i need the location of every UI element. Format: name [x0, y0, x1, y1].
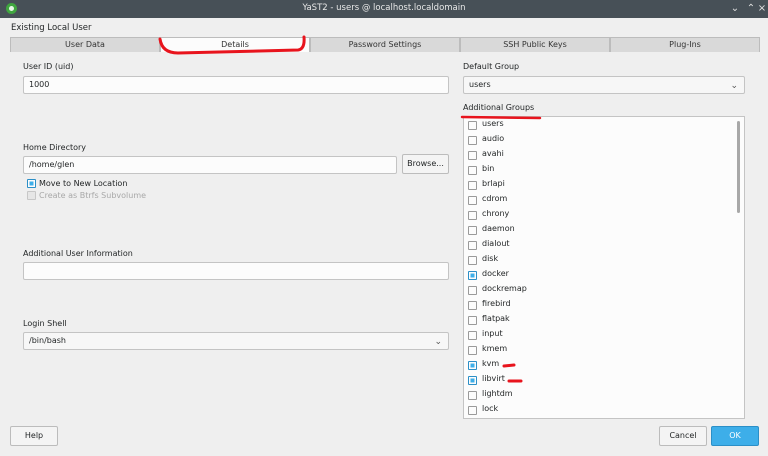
group-item-lock[interactable]: lock [464, 403, 734, 418]
group-item-bin[interactable]: bin [464, 163, 734, 178]
groups-scrollbar-thumb[interactable] [737, 121, 740, 213]
login-shell-value: /bin/bash [29, 336, 66, 345]
additional-user-info-label: Additional User Information [23, 249, 133, 258]
group-item-libvirt[interactable]: libvirt [464, 373, 734, 388]
group-item-cdrom[interactable]: cdrom [464, 193, 734, 208]
cancel-button[interactable]: Cancel [659, 426, 707, 446]
group-item-daemon[interactable]: daemon [464, 223, 734, 238]
group-name: input [482, 329, 503, 338]
group-checkbox[interactable] [468, 346, 477, 355]
group-name: avahi [482, 149, 504, 158]
group-checkbox[interactable] [468, 121, 477, 130]
default-group-combo[interactable]: users ⌄ [463, 76, 745, 94]
group-item-docker[interactable]: docker [464, 268, 734, 283]
group-item-flatpak[interactable]: flatpak [464, 313, 734, 328]
group-name: chrony [482, 209, 510, 218]
title-bar: YaST2 - users @ localhost.localdomain ⌄ … [0, 0, 768, 18]
group-checkbox[interactable] [468, 316, 477, 325]
group-checkbox[interactable] [468, 286, 477, 295]
tab-password-settings[interactable]: Password Settings [310, 37, 460, 52]
dialog-heading: Existing Local User [11, 23, 92, 33]
group-name: kvm [482, 359, 500, 368]
details-panel: User ID (uid) 1000 Home Directory /home/… [10, 52, 760, 420]
group-checkbox[interactable] [468, 406, 477, 415]
group-name: users [482, 119, 504, 128]
group-name: flatpak [482, 314, 510, 323]
group-checkbox[interactable] [468, 226, 477, 235]
ok-button[interactable]: OK [711, 426, 759, 446]
group-name: libvirt [482, 374, 505, 383]
group-checkbox[interactable] [468, 271, 477, 280]
group-name: cdrom [482, 194, 508, 203]
tab-plug-ins[interactable]: Plug-Ins [610, 37, 760, 52]
group-item-lightdm[interactable]: lightdm [464, 388, 734, 403]
group-checkbox[interactable] [468, 196, 477, 205]
browse-button[interactable]: Browse... [402, 154, 449, 174]
additional-groups-label: Additional Groups [463, 103, 535, 112]
window-title: YaST2 - users @ localhost.localdomain [302, 3, 466, 13]
group-name: dockremap [482, 284, 527, 293]
group-name: docker [482, 269, 509, 278]
yast-dialog-window: YaST2 - users @ localhost.localdomain ⌄ … [0, 0, 768, 456]
group-name: kmem [482, 344, 508, 353]
group-item-input[interactable]: input [464, 328, 734, 343]
group-item-kvm[interactable]: kvm [464, 358, 734, 373]
group-item-audio[interactable]: audio [464, 133, 734, 148]
group-name: brlapi [482, 179, 505, 188]
group-name: firebird [482, 299, 511, 308]
additional-groups-list[interactable]: users audio avahi bin brlapi cdrom chrony daemo… [463, 116, 745, 419]
group-name: audio [482, 134, 505, 143]
group-name: disk [482, 254, 499, 263]
tab-bar: User Data Details Password Settings SSH … [10, 37, 760, 52]
group-checkbox[interactable] [468, 136, 477, 145]
close-icon[interactable]: × [756, 2, 768, 16]
help-button[interactable]: Help [10, 426, 58, 446]
default-group-label: Default Group [463, 62, 520, 71]
chevron-down-icon: ⌄ [730, 81, 738, 91]
move-to-new-location-checkbox[interactable] [27, 179, 36, 188]
group-name: dialout [482, 239, 510, 248]
group-item-users[interactable]: users [464, 118, 734, 133]
group-name: lock [482, 404, 499, 413]
group-checkbox[interactable] [468, 301, 477, 310]
group-item-brlapi[interactable]: brlapi [464, 178, 734, 193]
group-checkbox[interactable] [468, 166, 477, 175]
group-checkbox[interactable] [468, 211, 477, 220]
uid-label: User ID (uid) [23, 62, 74, 71]
group-checkbox[interactable] [468, 151, 477, 160]
home-directory-input[interactable]: /home/glen [23, 156, 397, 174]
login-shell-label: Login Shell [23, 319, 67, 328]
group-checkbox[interactable] [468, 391, 477, 400]
tab-user-data[interactable]: User Data [10, 37, 160, 52]
login-shell-combo[interactable]: /bin/bash ⌄ [23, 332, 449, 350]
group-checkbox[interactable] [468, 361, 477, 370]
group-checkbox[interactable] [468, 241, 477, 250]
group-name: bin [482, 164, 495, 173]
group-checkbox[interactable] [468, 331, 477, 340]
move-to-new-location-label: Move to New Location [39, 179, 128, 188]
group-item-avahi[interactable]: avahi [464, 148, 734, 163]
uid-input[interactable]: 1000 [23, 76, 449, 94]
chevron-down-icon: ⌄ [434, 337, 442, 347]
home-directory-label: Home Directory [23, 143, 87, 152]
group-checkbox[interactable] [468, 181, 477, 190]
default-group-value: users [469, 80, 491, 89]
group-item-disk[interactable]: disk [464, 253, 734, 268]
minimize-icon[interactable]: ⌄ [728, 2, 742, 16]
group-item-firebird[interactable]: firebird [464, 298, 734, 313]
tab-details[interactable]: Details [160, 37, 310, 52]
group-checkbox[interactable] [468, 256, 477, 265]
create-btrfs-subvolume-label: Create as Btrfs Subvolume [39, 191, 147, 200]
tab-ssh-public-keys[interactable]: SSH Public Keys [460, 37, 610, 52]
group-item-dialout[interactable]: dialout [464, 238, 734, 253]
create-btrfs-subvolume-checkbox[interactable] [27, 191, 36, 200]
group-item-kmem[interactable]: kmem [464, 343, 734, 358]
group-name: lightdm [482, 389, 513, 398]
additional-user-info-input[interactable] [23, 262, 449, 280]
group-item-dockremap[interactable]: dockremap [464, 283, 734, 298]
group-name: daemon [482, 224, 515, 233]
group-item-chrony[interactable]: chrony [464, 208, 734, 223]
group-checkbox[interactable] [468, 376, 477, 385]
